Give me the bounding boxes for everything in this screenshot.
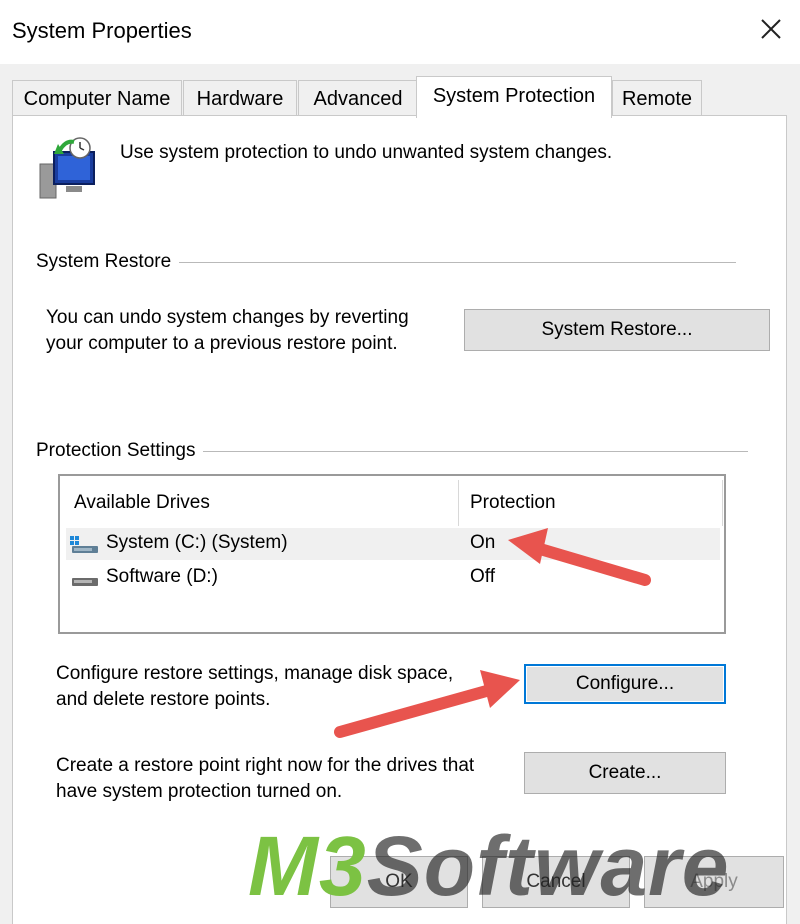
- arrow-annotation-icon: [334, 670, 520, 738]
- watermark-m3: M3: [248, 819, 367, 913]
- system-drive-icon: [70, 536, 98, 553]
- title-bar: System Properties: [0, 0, 800, 64]
- drive-protection-status: Off: [470, 566, 495, 587]
- column-separator: [722, 480, 723, 526]
- column-separator: [458, 480, 459, 526]
- tab-advanced[interactable]: Advanced: [298, 80, 418, 116]
- protection-settings-group-title: Protection Settings: [36, 440, 204, 462]
- m3-software-watermark: M3Software: [248, 818, 729, 915]
- window-title: System Properties: [12, 18, 192, 43]
- arrow-annotation-icon: [508, 528, 651, 586]
- drive-icon: [72, 578, 98, 586]
- system-restore-description: You can undo system changes by reverting…: [46, 305, 409, 357]
- system-protection-icon: [39, 137, 95, 199]
- intro-text: Use system protection to undo unwanted s…: [120, 142, 613, 163]
- column-header-protection[interactable]: Protection: [470, 492, 556, 514]
- drive-name: Software (D:): [106, 566, 218, 587]
- create-description-line2: have system protection turned on.: [56, 781, 343, 802]
- configure-button[interactable]: Configure...: [524, 664, 726, 704]
- close-button[interactable]: [756, 14, 786, 44]
- system-restore-button[interactable]: System Restore...: [464, 309, 770, 351]
- tab-hardware[interactable]: Hardware: [183, 80, 297, 116]
- watermark-software: Software: [366, 819, 730, 913]
- tab-remote[interactable]: Remote: [612, 80, 702, 116]
- create-button[interactable]: Create...: [524, 752, 726, 794]
- drive-protection-status: On: [470, 532, 496, 553]
- system-properties-window: System Properties Computer Name Hardware…: [0, 0, 800, 924]
- column-header-available-drives[interactable]: Available Drives: [74, 492, 210, 514]
- drive-name: System (C:) (System): [106, 532, 288, 553]
- system-restore-description-line2: your computer to a previous restore poin…: [46, 333, 398, 354]
- close-icon: [761, 19, 781, 39]
- create-description-line1: Create a restore point right now for the…: [56, 755, 475, 776]
- create-description: Create a restore point right now for the…: [56, 753, 474, 805]
- tab-computer-name[interactable]: Computer Name: [12, 80, 182, 116]
- tab-strip: Computer Name Hardware Advanced System P…: [12, 76, 800, 118]
- tab-system-protection[interactable]: System Protection: [416, 76, 612, 118]
- system-restore-group-title: System Restore: [36, 251, 180, 273]
- system-restore-description-line1: You can undo system changes by reverting: [46, 307, 409, 328]
